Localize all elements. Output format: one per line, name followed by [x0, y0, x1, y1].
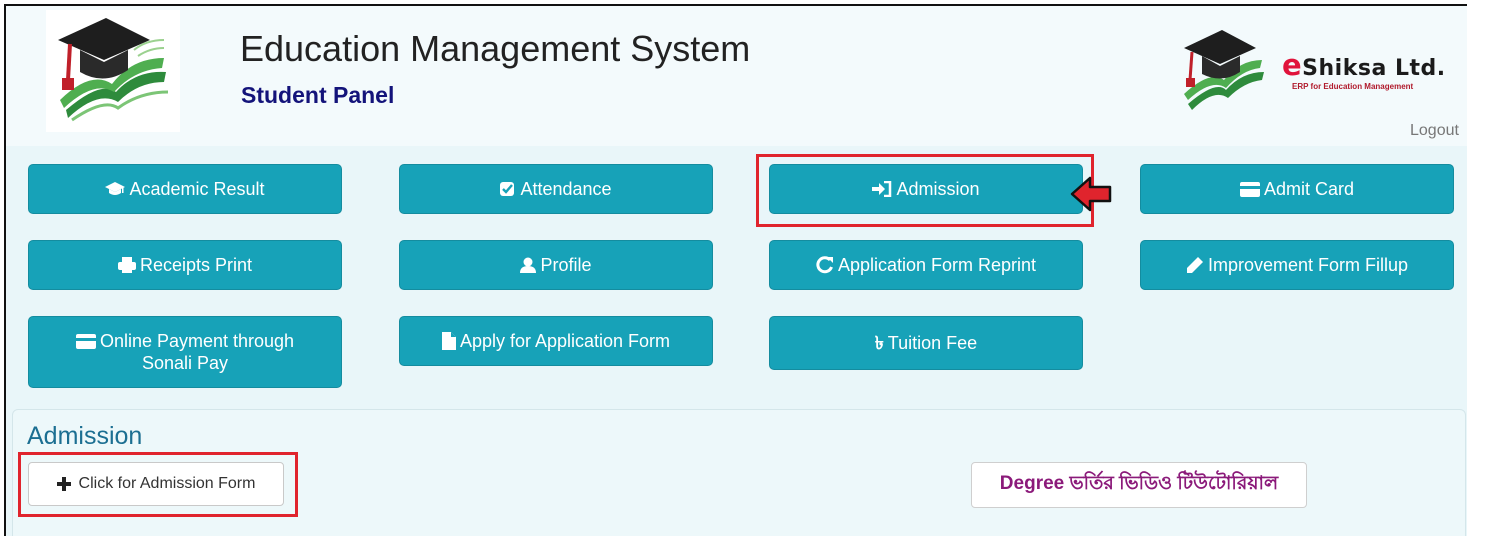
- pencil-icon: [1186, 257, 1203, 273]
- check-square-icon: [500, 182, 515, 196]
- attendance-label: Attendance: [520, 179, 612, 199]
- academic-result-label: Academic Result: [129, 179, 265, 199]
- admission-highlight: [756, 154, 1094, 227]
- admission-form-highlight: [18, 452, 298, 517]
- tuition-fee-label: Tuition Fee: [887, 333, 978, 353]
- eshiksa-logo: [1178, 24, 1268, 116]
- panel-title: Student Panel: [241, 82, 395, 108]
- section-title: Admission: [27, 422, 143, 450]
- academic-result-button[interactable]: Academic Result: [28, 164, 342, 214]
- app-frame: Education Management System Student Pane…: [4, 4, 1467, 536]
- apply-application-form-label: Apply for Application Form: [459, 331, 671, 351]
- attendance-button[interactable]: Attendance: [399, 164, 713, 214]
- print-icon: [117, 257, 136, 273]
- credit-card-icon: [75, 333, 96, 349]
- receipts-print-label: Receipts Print: [139, 255, 253, 275]
- education-logo: [46, 10, 180, 132]
- improvement-form-fillup-label: Improvement Form Fillup: [1207, 255, 1409, 275]
- tuition-fee-button[interactable]: ৳ Tuition Fee: [769, 316, 1083, 370]
- brand-rest: Shiksa Ltd.: [1302, 56, 1446, 81]
- brand-tagline: ERP for Education Management: [1292, 82, 1414, 91]
- app-title: Education Management System: [240, 28, 751, 69]
- online-payment-button[interactable]: Online Payment through Sonali Pay: [28, 316, 342, 388]
- online-payment-label-line1: Online Payment through: [99, 331, 295, 351]
- improvement-form-fillup-button[interactable]: Improvement Form Fillup: [1140, 240, 1454, 290]
- brand-e: e: [1282, 48, 1303, 82]
- online-payment-line1: Online Payment through: [75, 330, 295, 352]
- redo-icon: [816, 256, 833, 274]
- file-icon: [441, 332, 456, 350]
- online-payment-label-line2: Sonali Pay: [141, 353, 229, 373]
- arrow-left-icon: [1070, 176, 1112, 212]
- credit-card-icon: [1239, 181, 1260, 197]
- graduation-cap-icon: [105, 182, 126, 195]
- user-icon: [520, 257, 537, 273]
- profile-label: Profile: [540, 255, 592, 275]
- brand: eShiksa Ltd. ERP for Education Managemen…: [1282, 48, 1446, 91]
- apply-application-form-button[interactable]: Apply for Application Form: [399, 316, 713, 366]
- admit-card-button[interactable]: Admit Card: [1140, 164, 1454, 214]
- logout-link[interactable]: Logout: [1410, 122, 1459, 140]
- application-form-reprint-label: Application Form Reprint: [837, 255, 1037, 275]
- admission-section: Admission Click for Admission Form Degre…: [12, 409, 1466, 536]
- receipts-print-button[interactable]: Receipts Print: [28, 240, 342, 290]
- admit-card-label: Admit Card: [1263, 179, 1355, 199]
- taka-icon: ৳: [874, 333, 884, 353]
- header: Education Management System Student Pane…: [6, 6, 1467, 146]
- application-form-reprint-button[interactable]: Application Form Reprint: [769, 240, 1083, 290]
- brand-name: eShiksa Ltd.: [1282, 48, 1446, 82]
- video-tutorial-button[interactable]: Degree ভর্তির ভিডিও টিউটোরিয়াল: [971, 462, 1307, 508]
- profile-button[interactable]: Profile: [399, 240, 713, 290]
